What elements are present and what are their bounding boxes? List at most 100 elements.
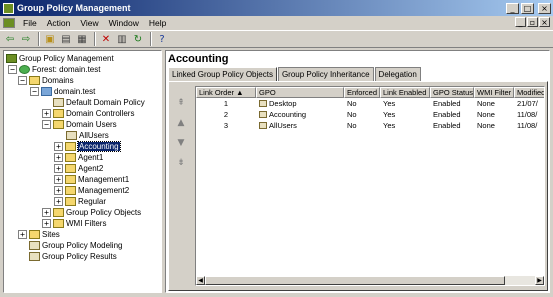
tree-item-management2[interactable]: + Management2 (54, 185, 129, 196)
menu-action[interactable]: Action (42, 18, 76, 28)
menu-bar: File Action View Window Help _ ▫ × (0, 16, 553, 30)
tree-item-regular[interactable]: + Regular (54, 196, 106, 207)
gpm-icon (6, 54, 17, 63)
tree-item-domain-test[interactable]: − domain.test (30, 86, 95, 97)
tab-gp-inheritance[interactable]: Group Policy Inheritance (277, 67, 374, 81)
expand-toggle[interactable]: + (42, 219, 51, 228)
move-to-bottom-icon[interactable]: ⇟ (175, 158, 187, 170)
show-hide-tree-icon[interactable]: ▤ (59, 32, 73, 46)
expand-toggle[interactable]: + (42, 208, 51, 217)
sort-ascending-icon: ▲ (236, 88, 244, 97)
tree-item-management1[interactable]: + Management1 (54, 174, 129, 185)
mdi-restore-button[interactable]: ▫ (527, 17, 538, 27)
tree-item-forest[interactable]: − Forest: domain.test (8, 64, 100, 75)
expand-toggle[interactable]: + (18, 230, 27, 239)
table-row[interactable]: 2 Accounting No Yes Enabled None 11/08/ (196, 110, 544, 120)
tree-item-agent1[interactable]: + Agent1 (54, 152, 103, 163)
refresh-icon[interactable]: ↻ (131, 32, 145, 46)
tree-item-domains[interactable]: − Domains (18, 75, 74, 86)
gpo-link-icon (53, 98, 64, 107)
domain-icon (41, 87, 52, 96)
modified-cell: 11/08/ (517, 121, 538, 130)
expand-toggle[interactable]: + (54, 186, 63, 195)
page-title: Accounting (168, 53, 229, 65)
delete-icon[interactable]: ✕ (99, 32, 113, 46)
mdi-close-button[interactable]: × (539, 17, 550, 27)
move-down-icon[interactable]: ▼ (175, 138, 187, 150)
horizontal-scrollbar[interactable]: ◀ ▶ (196, 276, 544, 285)
tree-item-label: Domain Controllers (66, 109, 135, 118)
close-button[interactable]: × (538, 2, 551, 14)
ou-icon (65, 175, 76, 184)
expand-toggle[interactable]: + (54, 197, 63, 206)
column-header[interactable]: GPO (256, 87, 344, 98)
menu-file[interactable]: File (18, 18, 42, 28)
minimize-button[interactable]: _ (506, 2, 519, 14)
expand-toggle[interactable]: + (54, 175, 63, 184)
menu-help[interactable]: Help (144, 18, 171, 28)
tree-item-default-domain-policy[interactable]: Default Domain Policy (53, 97, 145, 108)
tree-item-allusers[interactable]: AllUsers (66, 130, 109, 141)
scroll-left-icon[interactable]: ◀ (196, 276, 205, 285)
ou-icon (53, 120, 64, 129)
expand-toggle[interactable]: + (54, 153, 63, 162)
column-header[interactable]: Enforced (344, 87, 380, 98)
column-header[interactable]: Link Order ▲ (196, 87, 256, 98)
column-header[interactable]: Modified (514, 87, 544, 98)
expand-toggle[interactable]: + (54, 142, 63, 151)
collapse-toggle[interactable]: − (18, 76, 27, 85)
tree-item-label: AllUsers (79, 131, 109, 140)
ou-icon (65, 142, 76, 151)
expand-toggle[interactable]: + (54, 164, 63, 173)
table-row[interactable]: 3 AllUsers No Yes Enabled None 11/08/ (196, 121, 544, 131)
folder-icon (53, 219, 64, 228)
tab-delegation[interactable]: Delegation (374, 67, 421, 81)
tree-item-domain-controllers[interactable]: + Domain Controllers (42, 108, 134, 119)
tree-item-accounting[interactable]: + Accounting (54, 141, 121, 152)
details-pane: Accounting Linked Group Policy Objects G… (165, 50, 550, 293)
up-icon[interactable]: ▣ (43, 32, 57, 46)
mmc-icon[interactable] (3, 18, 15, 28)
tab-linked-gpos[interactable]: Linked Group Policy Objects (168, 67, 277, 82)
move-up-icon[interactable]: ▲ (175, 118, 187, 130)
table-row[interactable]: 1 Desktop No Yes Enabled None 21/07/ (196, 99, 544, 109)
tab-strip: Linked Group Policy Objects Group Policy… (168, 67, 422, 82)
tree-item-label: WMI Filters (66, 219, 107, 228)
scroll-track[interactable] (505, 276, 535, 285)
gpo-cell: Desktop (256, 99, 344, 109)
console-tree[interactable]: Group Policy Management − Forest: domain… (3, 50, 162, 293)
modeling-icon (29, 241, 40, 250)
column-header[interactable]: WMI Filter (474, 87, 514, 98)
menu-window[interactable]: Window (104, 18, 144, 28)
collapse-toggle[interactable]: − (30, 87, 39, 96)
scroll-right-icon[interactable]: ▶ (535, 276, 544, 285)
move-to-top-icon[interactable]: ⇞ (175, 98, 187, 110)
wmi-filter-cell: None (477, 110, 495, 119)
collapse-toggle[interactable]: − (8, 65, 17, 74)
properties-sheet-icon[interactable]: ▥ (115, 32, 129, 46)
tree-item-gp-results[interactable]: Group Policy Results (29, 251, 117, 262)
help-icon[interactable]: ? (155, 32, 169, 46)
tree-item-gp-modeling[interactable]: Group Policy Modeling (29, 240, 122, 251)
tree-item-sites[interactable]: + Sites (18, 229, 60, 240)
mdi-minimize-button[interactable]: _ (515, 17, 526, 27)
expand-toggle[interactable]: + (42, 109, 51, 118)
tree-item-group-policy-objects[interactable]: + Group Policy Objects (42, 207, 141, 218)
menu-view[interactable]: View (75, 18, 103, 28)
column-header[interactable]: Link Enabled (380, 87, 430, 98)
column-header[interactable]: GPO Status (430, 87, 474, 98)
properties-icon[interactable]: ▦ (75, 32, 89, 46)
back-icon[interactable]: ⇦ (3, 32, 17, 46)
scroll-thumb[interactable] (205, 276, 505, 285)
tree-item-gpm-root[interactable]: Group Policy Management (6, 53, 114, 64)
tree-item-agent2[interactable]: + Agent2 (54, 163, 103, 174)
tree-item-label: Sites (42, 230, 60, 239)
gpo-cell: Accounting (256, 110, 344, 120)
forward-icon[interactable]: ⇨ (19, 32, 33, 46)
toolbar-separator (94, 32, 96, 46)
collapse-toggle[interactable]: − (42, 120, 51, 129)
tree-item-domain-users[interactable]: − Domain Users (42, 119, 117, 130)
tree-item-wmi-filters[interactable]: + WMI Filters (42, 218, 106, 229)
maximize-button[interactable]: □ (521, 2, 534, 14)
tree-item-label: Management1 (78, 175, 130, 184)
